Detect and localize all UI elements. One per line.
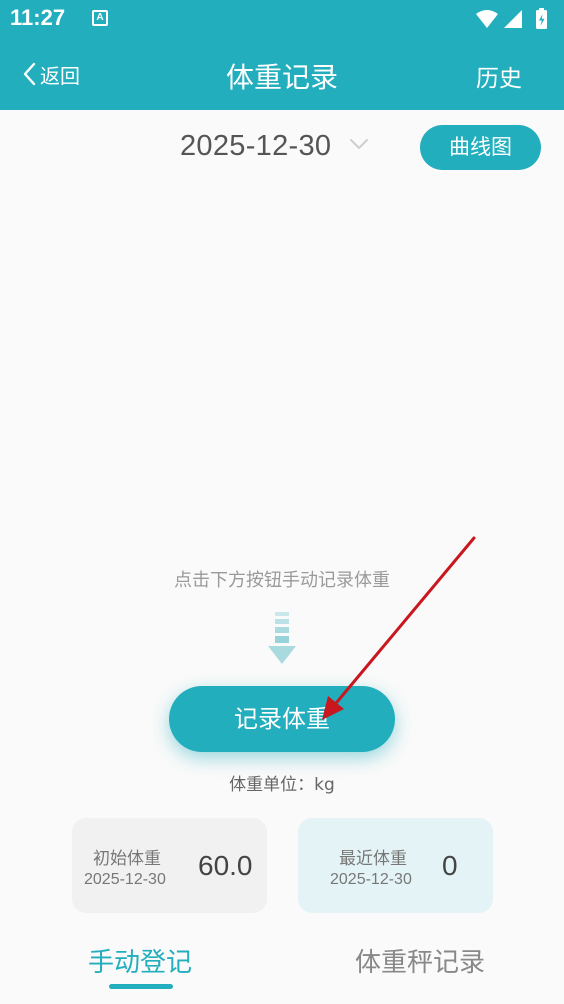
active-tab-indicator [109, 984, 173, 989]
latest-weight-label: 最近体重 [339, 849, 407, 869]
latest-weight-date: 2025-12-30 [330, 871, 412, 888]
battery-icon [536, 8, 547, 29]
tab-manual-entry[interactable]: 手动登记 [88, 942, 192, 979]
selected-date[interactable]: 2025-12-30 [180, 130, 331, 163]
initial-weight-card: 初始体重 2025-12-30 60.0 [72, 818, 267, 913]
signal-icon [504, 10, 522, 28]
status-bar: 11:27 A [0, 0, 564, 38]
record-weight-button[interactable]: 记录体重 [169, 686, 395, 752]
latest-weight-value: 0 [442, 850, 458, 881]
record-hint: 点击下方按钮手动记录体重 [174, 570, 390, 591]
history-button[interactable]: 历史 [476, 59, 522, 93]
weight-unit-label: 体重单位：kg [229, 775, 335, 795]
latest-weight-card: 最近体重 2025-12-30 0 [298, 818, 493, 913]
initial-weight-label: 初始体重 [93, 849, 161, 869]
wifi-icon [476, 10, 498, 28]
initial-weight-value: 60.0 [198, 850, 253, 881]
initial-weight-date: 2025-12-30 [84, 871, 166, 888]
curve-chart-button[interactable]: 曲线图 [420, 125, 541, 170]
down-arrow-icon [268, 612, 296, 664]
chevron-down-icon[interactable] [349, 138, 369, 150]
app-bar: 返回 体重记录 历史 [0, 38, 564, 110]
tab-scale-records[interactable]: 体重秤记录 [355, 942, 485, 979]
system-icons [476, 8, 547, 29]
status-time: 11:27 [10, 5, 66, 30]
date-selector[interactable]: 2025-12-30 [180, 130, 369, 163]
notification-icon: A [92, 10, 108, 26]
